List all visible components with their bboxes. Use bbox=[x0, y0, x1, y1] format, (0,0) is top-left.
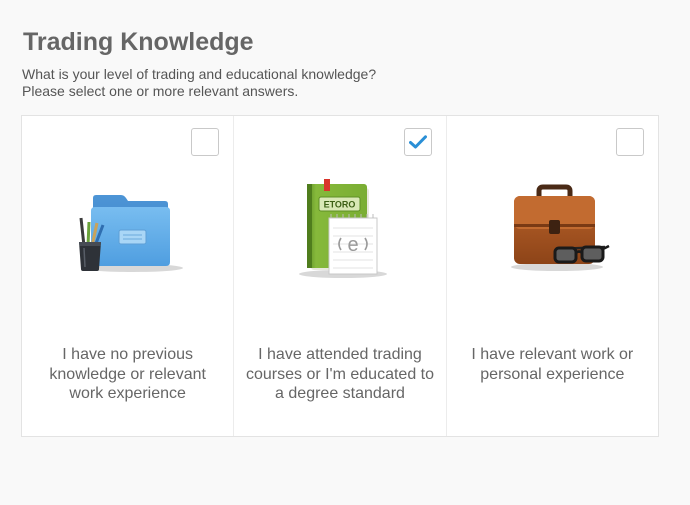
trading-knowledge-page: Trading Knowledge What is your level of … bbox=[0, 0, 690, 505]
subtitle-line-1: What is your level of trading and educat… bbox=[22, 66, 377, 82]
option-attended-courses-label: I have attended trading courses or I'm e… bbox=[245, 346, 435, 402]
page-subtitle: What is your level of trading and educat… bbox=[22, 66, 376, 100]
option-no-experience-checkbox[interactable] bbox=[191, 128, 220, 156]
etoro-book-icon: ETORO e bbox=[298, 179, 387, 278]
briefcase-with-glasses-icon bbox=[511, 184, 610, 271]
option-no-experience[interactable]: I have no previous knowledge or relevant… bbox=[22, 116, 233, 436]
option-work-experience[interactable]: I have relevant work or personal experie… bbox=[445, 116, 658, 436]
svg-text:ETORO: ETORO bbox=[324, 200, 356, 210]
option-no-experience-label: I have no previous knowledge or relevant… bbox=[49, 346, 206, 402]
option-attended-courses[interactable]: ETORO e I have attended trading courses … bbox=[233, 116, 445, 436]
option-work-experience-checkbox[interactable] bbox=[615, 128, 644, 156]
option-work-experience-label: I have relevant work or personal experie… bbox=[471, 346, 634, 383]
svg-text:e: e bbox=[347, 234, 358, 256]
check-icon bbox=[408, 135, 427, 149]
folder-with-pens-icon bbox=[78, 195, 183, 272]
subtitle-line-2: Please select one or more relevant answe… bbox=[22, 83, 299, 99]
knowledge-options: I have no previous knowledge or relevant… bbox=[21, 115, 659, 437]
option-attended-courses-checkbox[interactable] bbox=[403, 128, 432, 156]
page-title: Trading Knowledge bbox=[23, 28, 254, 56]
